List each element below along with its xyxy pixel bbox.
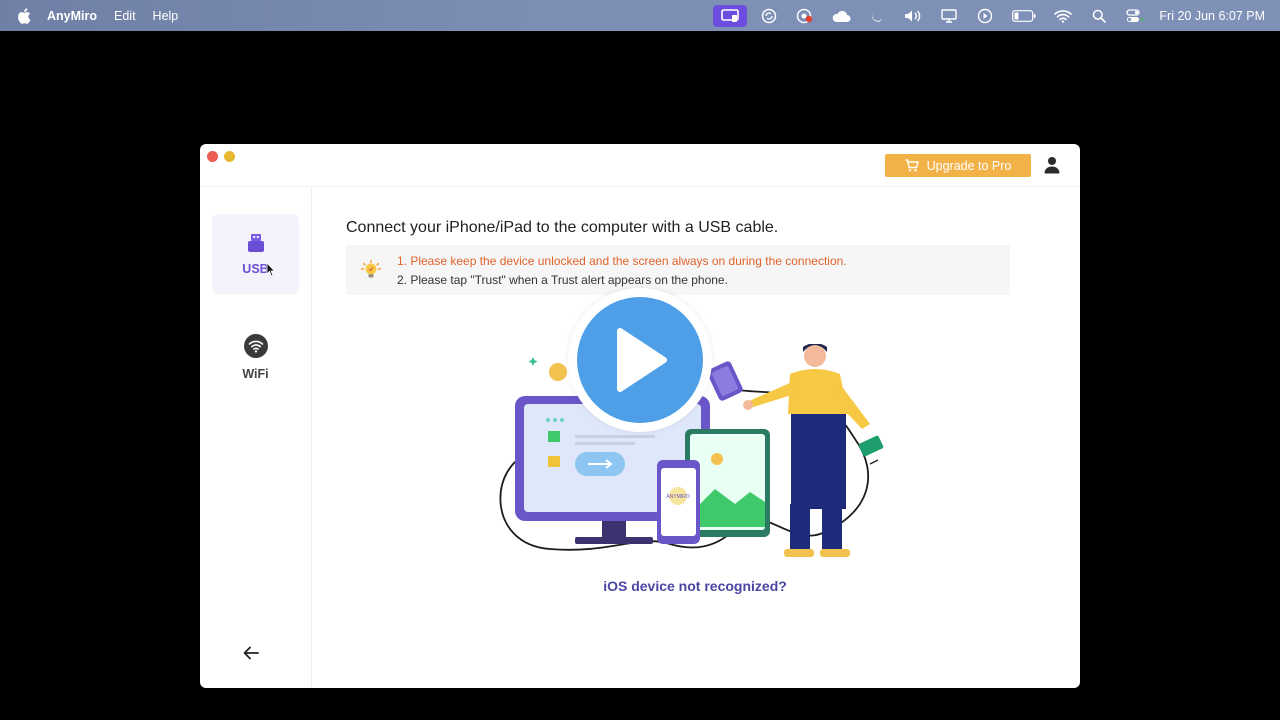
usb-icon xyxy=(247,234,264,252)
tip-text-2: 2. Please tap "Trust" when a Trust alert… xyxy=(397,273,728,287)
sidebar-item-label: WiFi xyxy=(242,367,269,381)
menu-bar: AnyMiro Edit Help Fri 20 Jun 6:07 PM xyxy=(0,0,1280,31)
sidebar-item-wifi[interactable]: WiFi xyxy=(212,317,299,397)
display-icon[interactable] xyxy=(939,6,959,26)
window-close-button[interactable] xyxy=(207,151,218,162)
tip-text-1: 1. Please keep the device unlocked and t… xyxy=(397,254,847,268)
control-center-icon[interactable] xyxy=(1125,6,1145,26)
mouse-cursor-icon xyxy=(266,262,276,277)
menu-edit[interactable]: Edit xyxy=(114,9,136,23)
menubar-clock[interactable]: Fri 20 Jun 6:07 PM xyxy=(1159,9,1265,23)
upgrade-label: Upgrade to Pro xyxy=(926,158,1012,173)
cart-icon xyxy=(905,159,919,172)
play-circle-icon[interactable] xyxy=(975,6,995,26)
wifi-icon[interactable] xyxy=(1053,6,1073,26)
sidebar-item-usb[interactable]: USB xyxy=(212,214,299,294)
volume-icon[interactable] xyxy=(903,6,923,26)
deco-yellow-ball xyxy=(549,363,567,381)
page-title: Connect your iPhone/iPad to the computer… xyxy=(346,219,779,236)
upgrade-to-pro-button[interactable]: Upgrade to Pro xyxy=(885,154,1031,177)
play-icon xyxy=(617,328,667,392)
sidebar-item-label: USB xyxy=(242,262,269,276)
screen-mirror-icon[interactable] xyxy=(713,4,748,27)
battery-icon[interactable] xyxy=(1011,6,1037,26)
apple-logo-icon[interactable] xyxy=(17,7,31,24)
account-icon[interactable] xyxy=(1043,156,1061,174)
menu-app-name[interactable]: AnyMiro xyxy=(47,9,97,23)
titlebar-divider xyxy=(200,186,1080,187)
lightbulb-icon xyxy=(360,259,382,278)
wifi-icon xyxy=(243,334,268,358)
record-icon[interactable] xyxy=(795,6,815,26)
moon-icon[interactable] xyxy=(867,6,887,26)
menu-help[interactable]: Help xyxy=(153,9,179,23)
phone-logo-text: ANYMIRO xyxy=(666,494,689,500)
sidebar: USB WiFi xyxy=(200,187,312,688)
sync-icon[interactable] xyxy=(759,6,779,26)
play-button-circle xyxy=(577,297,703,423)
video-play-button[interactable] xyxy=(568,288,712,432)
ios-device-not-recognized-link[interactable]: iOS device not recognized? xyxy=(580,578,810,594)
window-minimize-button[interactable] xyxy=(224,151,235,162)
search-icon[interactable] xyxy=(1089,6,1109,26)
tips-box: 1. Please keep the device unlocked and t… xyxy=(346,245,1010,295)
back-arrow-icon[interactable] xyxy=(242,645,260,661)
cloud-icon[interactable] xyxy=(831,6,851,26)
